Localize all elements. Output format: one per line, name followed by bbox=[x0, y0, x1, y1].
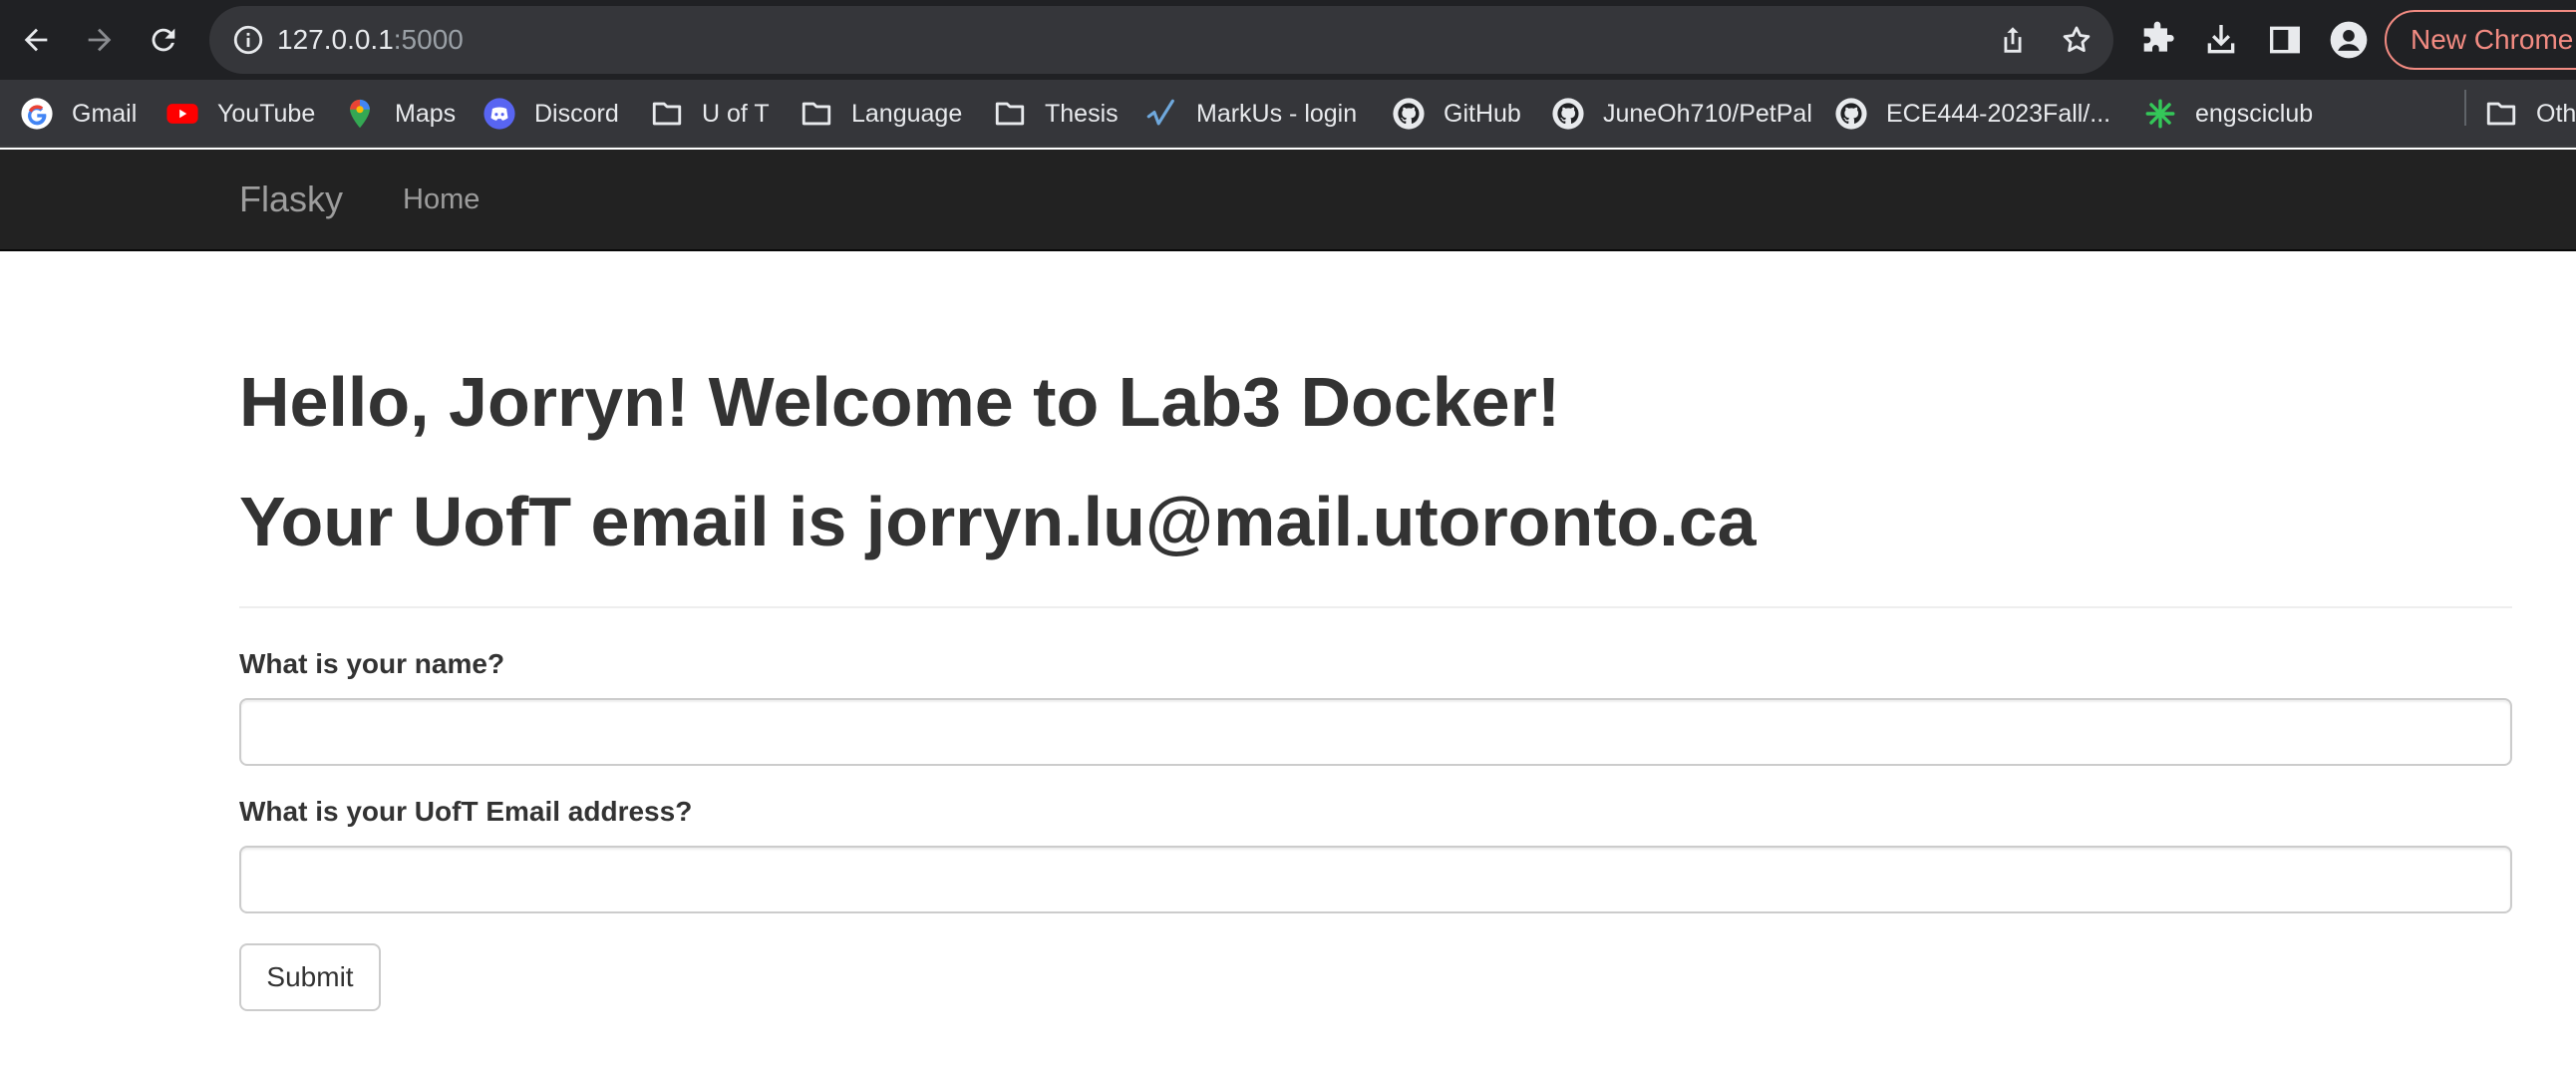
extensions-icon[interactable] bbox=[2137, 20, 2177, 60]
engsciclub-icon bbox=[2145, 99, 2175, 129]
github-icon bbox=[1393, 98, 1425, 130]
info-icon[interactable] bbox=[231, 23, 265, 57]
bookmark-label: Oth bbox=[2536, 99, 2576, 128]
bookmark-label: MarkUs - login bbox=[1196, 99, 1358, 128]
bookmark-engsciclub[interactable]: engsciclub bbox=[2143, 80, 2313, 148]
new-chrome-button[interactable]: New Chrome bbox=[2385, 10, 2576, 70]
email-input[interactable] bbox=[239, 846, 2512, 913]
google-icon bbox=[21, 98, 53, 130]
bookmarks-separator bbox=[2464, 90, 2466, 126]
submit-button[interactable]: Submit bbox=[239, 943, 381, 1011]
url-host: 127.0.0.1 bbox=[277, 24, 394, 55]
profile-icon[interactable] bbox=[2329, 20, 2369, 60]
bookmark-label: U of T bbox=[702, 99, 770, 128]
bookmark-petpal[interactable]: JuneOh710/PetPal bbox=[1551, 80, 1812, 148]
github-icon bbox=[1835, 98, 1867, 130]
folder-icon bbox=[2486, 102, 2516, 126]
header-divider bbox=[239, 606, 2512, 608]
bookmark-label: Language bbox=[851, 99, 963, 128]
nav-home-link[interactable]: Home bbox=[403, 150, 480, 249]
brand-link[interactable]: Flasky bbox=[239, 150, 343, 249]
bookmark-folder-language[interactable]: Language bbox=[800, 80, 962, 148]
reload-icon bbox=[152, 28, 175, 52]
bookmark-label: YouTube bbox=[217, 99, 316, 128]
bookmark-label: Gmail bbox=[72, 99, 138, 128]
bookmark-gmail[interactable]: Gmail bbox=[20, 80, 137, 148]
address-url: 127.0.0.1:5000 bbox=[277, 6, 464, 74]
browser-toolbar: 127.0.0.1:5000 New Chrome bbox=[0, 0, 2576, 80]
bookmark-label: JuneOh710/PetPal bbox=[1603, 99, 1812, 128]
site-navbar: Flasky Home bbox=[0, 150, 2576, 251]
url-port: :5000 bbox=[393, 24, 464, 55]
forward-button[interactable] bbox=[76, 16, 124, 64]
folder-icon bbox=[995, 102, 1025, 126]
bookmark-label: Discord bbox=[534, 99, 619, 128]
discord-icon bbox=[483, 98, 515, 130]
bookmark-youtube[interactable]: YouTube bbox=[165, 80, 315, 148]
side-panel-icon[interactable] bbox=[2265, 20, 2305, 60]
email-heading: Your UofT email is jorryn.lu@mail.utoron… bbox=[239, 483, 1757, 560]
folder-icon bbox=[652, 102, 682, 126]
bookmark-label: GitHub bbox=[1444, 99, 1521, 128]
youtube-icon bbox=[166, 104, 198, 124]
name-input[interactable] bbox=[239, 698, 2512, 766]
bookmarks-bar: Gmail YouTube Maps Discord U of T Langua… bbox=[0, 80, 2576, 148]
github-icon bbox=[1552, 98, 1584, 130]
share-icon[interactable] bbox=[1996, 23, 2030, 57]
address-bar[interactable]: 127.0.0.1:5000 bbox=[209, 6, 2113, 74]
arrow-left-icon bbox=[24, 28, 48, 52]
folder-icon bbox=[802, 102, 831, 126]
reload-button[interactable] bbox=[140, 16, 187, 64]
bookmark-discord[interactable]: Discord bbox=[483, 80, 619, 148]
maps-icon bbox=[350, 99, 370, 129]
bookmark-maps[interactable]: Maps bbox=[343, 80, 456, 148]
bookmark-label: engsciclub bbox=[2195, 99, 2314, 128]
bookmark-github[interactable]: GitHub bbox=[1392, 80, 1521, 148]
bookmark-ece444[interactable]: ECE444-2023Fall/... bbox=[1834, 80, 2110, 148]
star-icon[interactable] bbox=[2060, 23, 2093, 57]
name-label: What is your name? bbox=[239, 648, 505, 679]
bookmark-label: Thesis bbox=[1045, 99, 1119, 128]
back-button[interactable] bbox=[12, 16, 60, 64]
bookmark-folder-other[interactable]: Oth bbox=[2484, 80, 2576, 148]
email-label: What is your UofT Email address? bbox=[239, 796, 693, 827]
markus-icon bbox=[1146, 99, 1174, 126]
bookmark-label: ECE444-2023Fall/... bbox=[1886, 99, 2111, 128]
bookmark-folder-uoft[interactable]: U of T bbox=[650, 80, 770, 148]
bookmark-label: Maps bbox=[395, 99, 457, 128]
download-icon[interactable] bbox=[2201, 20, 2241, 60]
bookmark-markus[interactable]: MarkUs - login bbox=[1144, 80, 1357, 148]
arrow-right-icon bbox=[88, 28, 112, 52]
bookmark-folder-thesis[interactable]: Thesis bbox=[993, 80, 1119, 148]
greeting-heading: Hello, Jorryn! Welcome to Lab3 Docker! bbox=[239, 363, 1561, 441]
